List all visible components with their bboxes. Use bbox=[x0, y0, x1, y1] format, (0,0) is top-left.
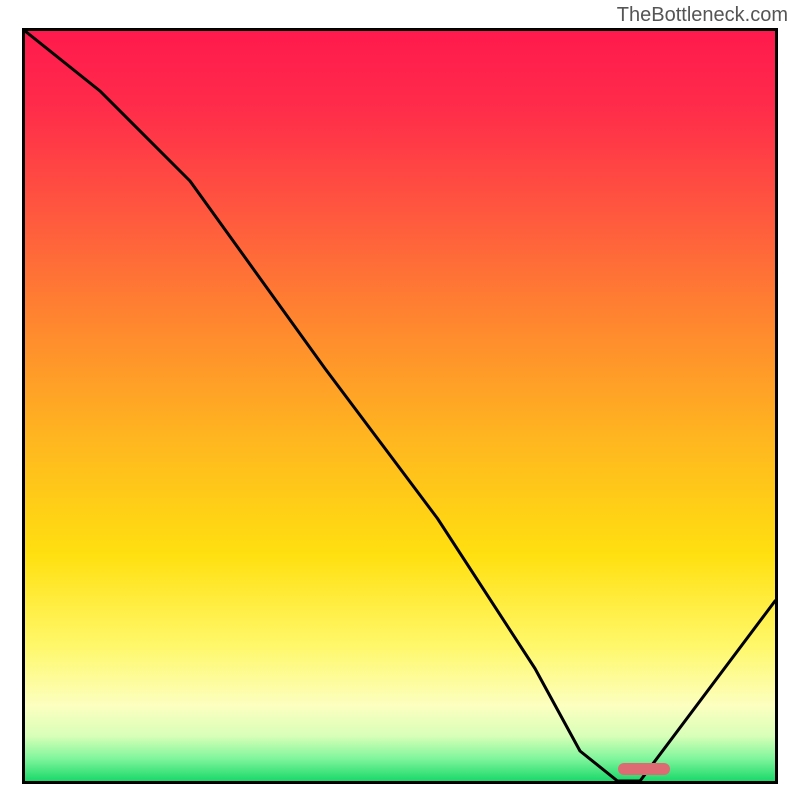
sweet-spot-marker bbox=[618, 763, 671, 775]
plot-area bbox=[22, 28, 778, 784]
watermark-text: TheBottleneck.com bbox=[617, 4, 788, 27]
chart-container: TheBottleneck.com bbox=[0, 0, 800, 800]
bottleneck-curve bbox=[25, 31, 775, 781]
